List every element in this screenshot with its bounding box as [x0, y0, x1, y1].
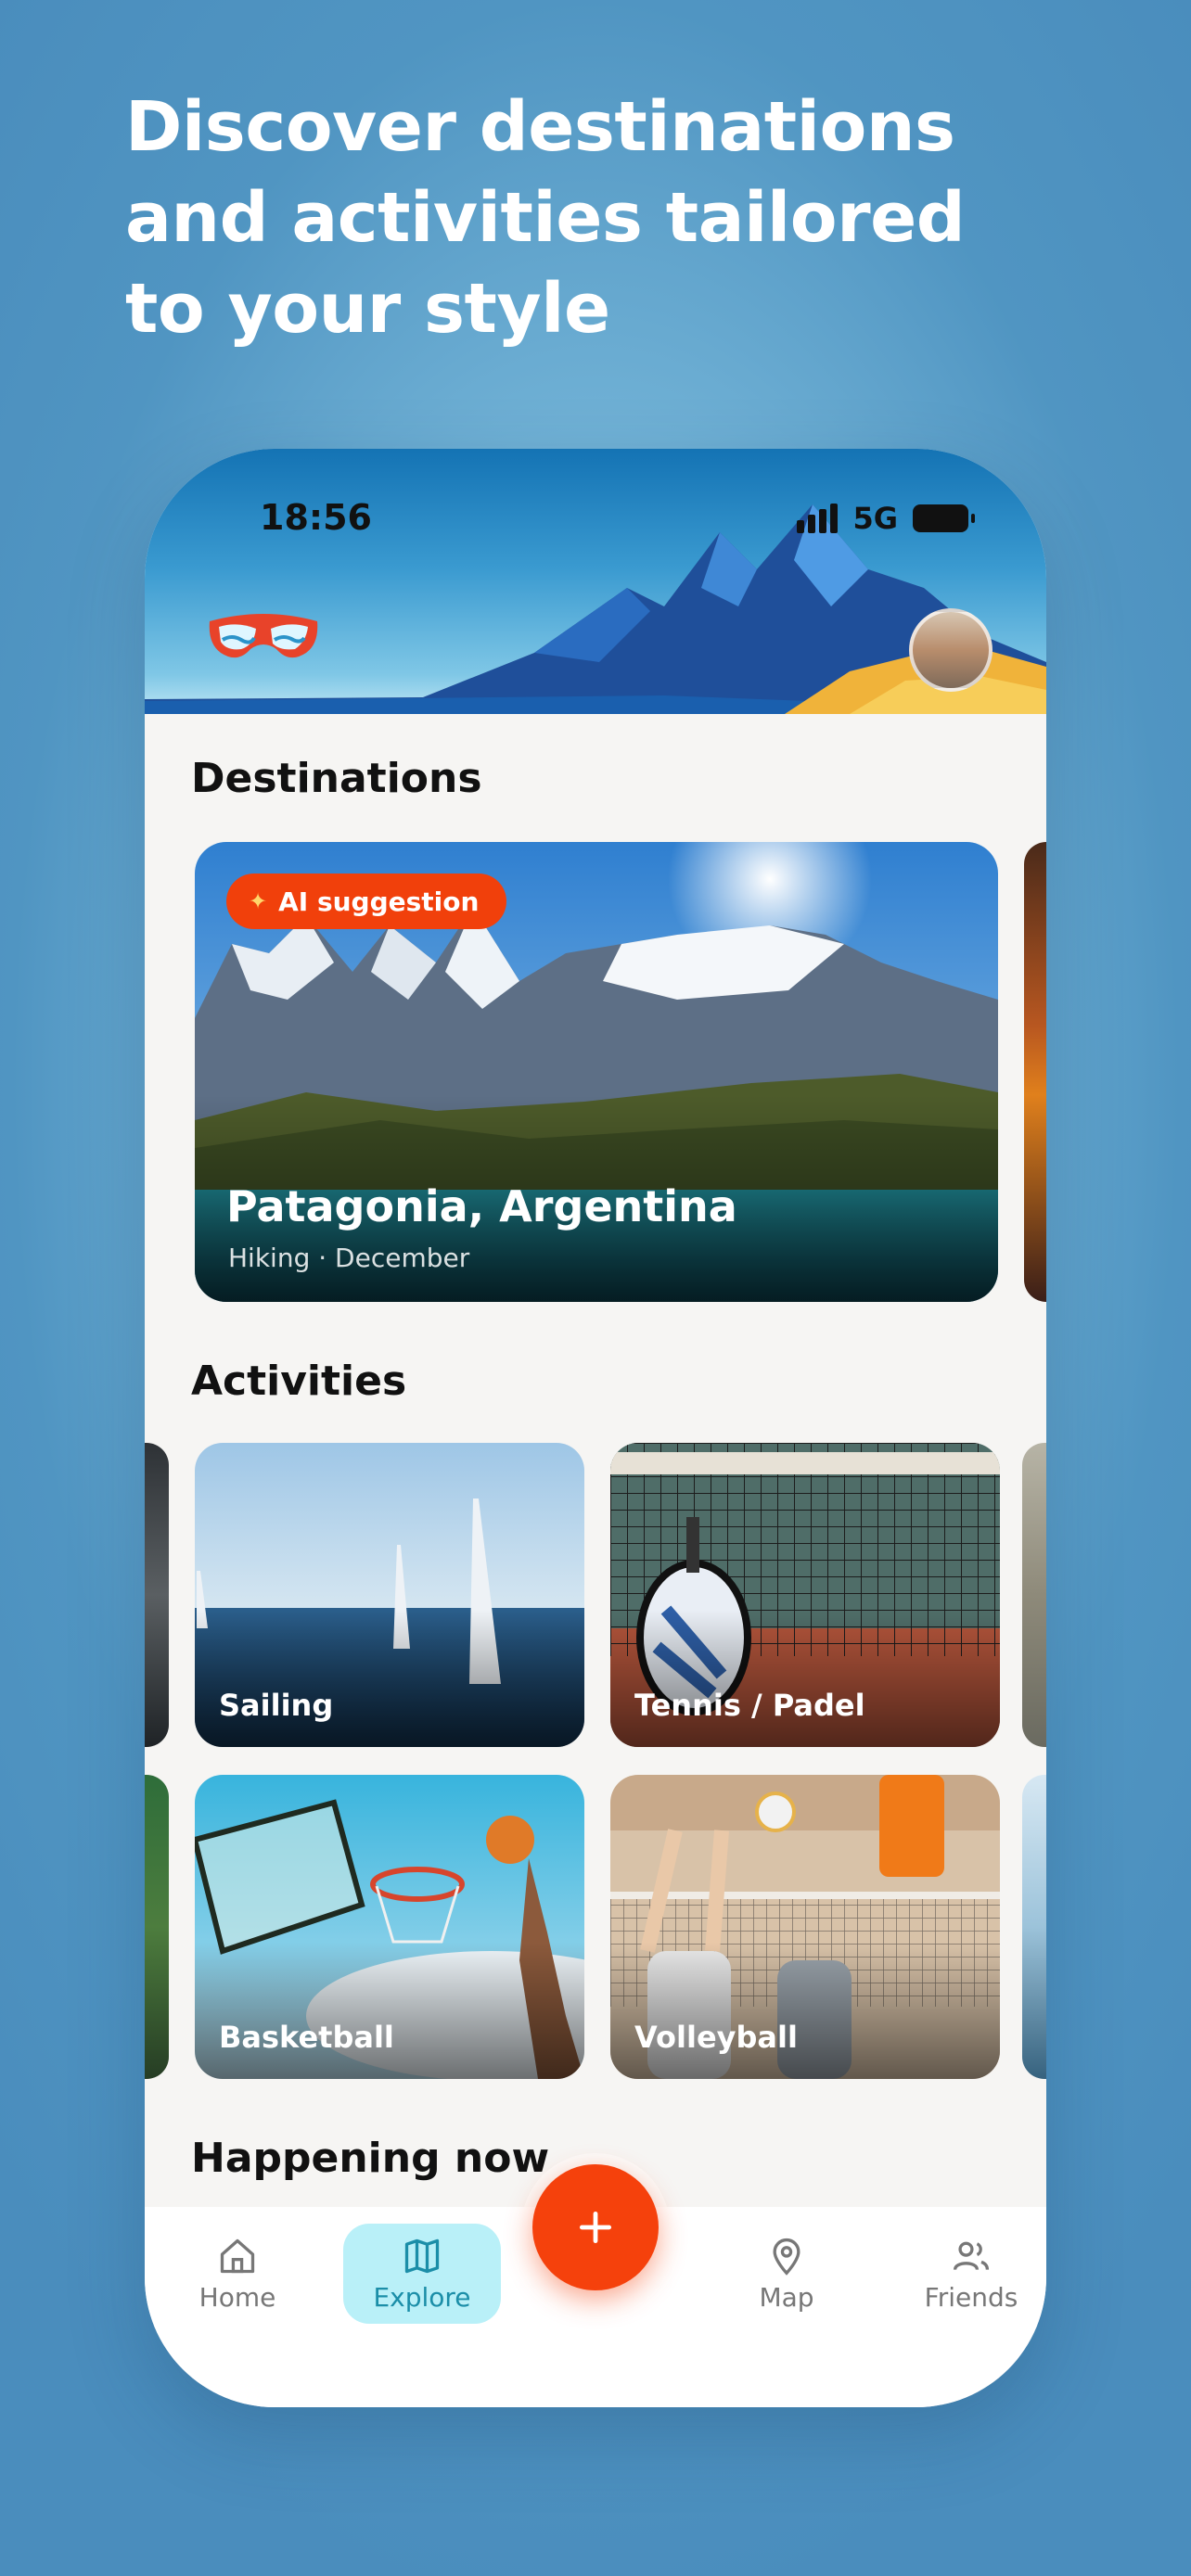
- ai-suggestion-badge[interactable]: ✦ AI suggestion: [226, 874, 507, 929]
- destination-subtitle: Hiking · December: [228, 1243, 470, 1273]
- activity-label: Sailing: [219, 1688, 334, 1723]
- avatar[interactable]: [909, 608, 992, 692]
- sparkle-icon: ✦: [249, 888, 268, 914]
- plus-icon: [579, 2211, 612, 2244]
- hero-header: 18:56 5G: [145, 449, 1046, 714]
- headline-line-3: to your style: [125, 269, 610, 349]
- add-button[interactable]: [532, 2164, 659, 2290]
- nav-map-label: Map: [759, 2281, 814, 2313]
- activity-label: Volleyball: [634, 2020, 798, 2055]
- activity-card-sailing[interactable]: Sailing: [195, 1443, 584, 1747]
- signal-icon: [797, 504, 839, 533]
- destination-title: Patagonia, Argentina: [226, 1181, 737, 1231]
- activity-label: Tennis / Padel: [634, 1688, 865, 1723]
- map-folded-icon: [404, 2238, 440, 2273]
- headline-line-2: and activities tailored: [125, 178, 966, 258]
- next-activity-card[interactable]: [1022, 1443, 1046, 1747]
- home-icon: [220, 2238, 255, 2273]
- next-destination-card[interactable]: [1024, 842, 1046, 1302]
- prev-activity-card-2[interactable]: [145, 1775, 169, 2079]
- nav-friends[interactable]: Friends: [892, 2224, 1046, 2324]
- activity-card-volleyball[interactable]: Volleyball: [610, 1775, 1000, 2079]
- activity-card-basketball[interactable]: Basketball: [195, 1775, 584, 2079]
- destinations-title: Destinations: [191, 755, 482, 802]
- destination-card[interactable]: ✦ AI suggestion Patagonia, Argentina Hik…: [195, 842, 998, 1302]
- ai-suggestion-label: AI suggestion: [278, 886, 480, 917]
- nav-explore[interactable]: Explore: [343, 2224, 501, 2324]
- nav-explore-label: Explore: [373, 2281, 471, 2313]
- users-icon: [953, 2241, 990, 2270]
- nav-home[interactable]: Home: [159, 2224, 316, 2324]
- nav-home-label: Home: [198, 2281, 276, 2313]
- network-label: 5G: [852, 501, 898, 536]
- happening-now-title: Happening now: [191, 2135, 550, 2182]
- nav-map[interactable]: Map: [708, 2224, 865, 2324]
- status-indicators: 5G: [797, 501, 975, 536]
- nav-friends-label: Friends: [924, 2281, 1018, 2313]
- marketing-headline: Discover destinations and activities tai…: [125, 82, 1099, 354]
- activity-label: Basketball: [219, 2020, 394, 2055]
- headline-line-1: Discover destinations: [125, 87, 955, 167]
- map-pin-icon: [773, 2238, 800, 2276]
- status-time: 18:56: [260, 497, 372, 538]
- battery-icon: [913, 504, 975, 532]
- goggles-logo-icon[interactable]: [204, 608, 323, 677]
- activity-card-tennis-padel[interactable]: Tennis / Padel: [610, 1443, 1000, 1747]
- prev-activity-card[interactable]: [145, 1443, 169, 1747]
- next-activity-card-2[interactable]: [1022, 1775, 1046, 2079]
- activities-title: Activities: [191, 1358, 407, 1405]
- phone-frame: 18:56 5G Destinations ✦ AI suggestion Pa…: [145, 449, 1046, 2407]
